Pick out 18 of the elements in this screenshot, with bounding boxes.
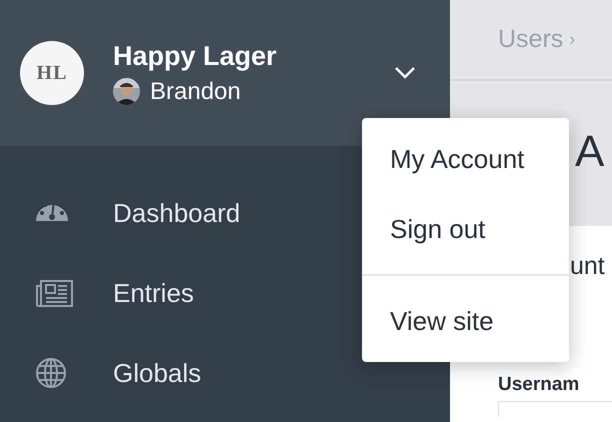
chevron-icon xyxy=(394,66,416,80)
user-name: Brandon xyxy=(150,78,241,106)
page-title: A xyxy=(575,127,606,177)
newspaper-icon xyxy=(36,280,73,306)
breadcrumb-separator: › xyxy=(569,28,576,51)
nav-link[interactable]: Dashboard xyxy=(113,194,240,232)
menu-item[interactable]: View site xyxy=(362,286,569,356)
field-label: Usernam xyxy=(498,374,580,394)
menu-item[interactable]: My Account xyxy=(362,124,569,194)
menu-item[interactable]: Sign out xyxy=(362,194,569,264)
nav-link[interactable]: Entries xyxy=(113,274,194,312)
globe-icon xyxy=(36,358,66,388)
input-field[interactable] xyxy=(498,400,612,416)
gauge-icon xyxy=(36,205,68,221)
tab-label[interactable]: unt xyxy=(570,252,605,280)
site-logo: HL xyxy=(20,40,84,104)
site-name: Happy Lager xyxy=(113,40,277,72)
nav-link[interactable]: Globals xyxy=(113,354,202,392)
